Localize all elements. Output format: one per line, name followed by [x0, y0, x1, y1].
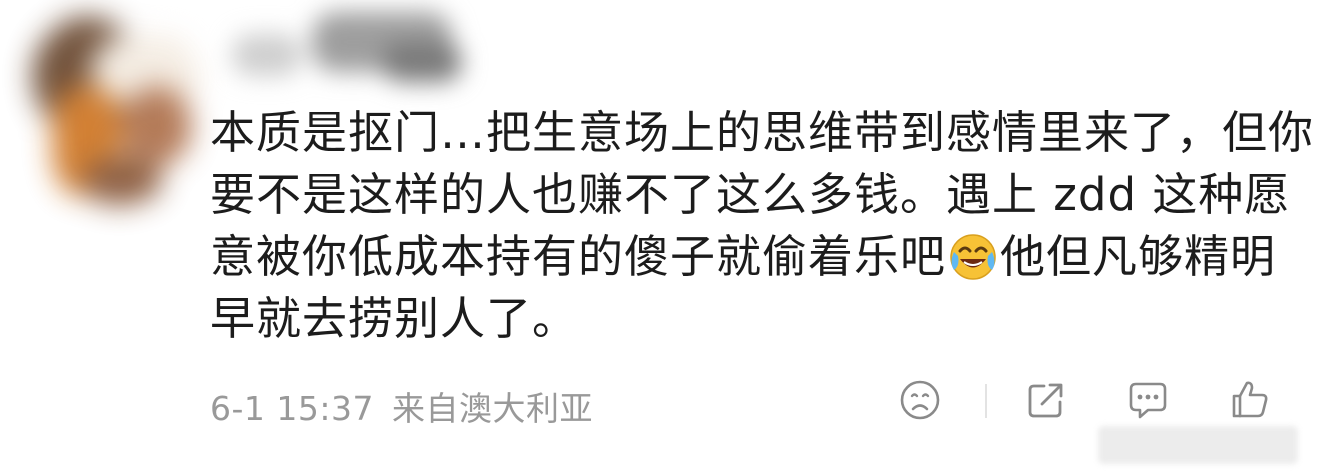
- comment-line-1: 本质是抠门…把生意场上的思维带到感情里来了，但你: [210, 106, 1315, 159]
- watermark-blurred: [1098, 426, 1298, 464]
- comment-text: 本质是抠门…把生意场上的思维带到感情里来了，但你 要不是这样的人也赚不了这么多钱…: [210, 102, 1315, 350]
- location: 来自澳大利亚: [392, 389, 593, 428]
- comment-line-3-part-b: 他但凡够精明: [1000, 230, 1277, 283]
- avatar[interactable]: [22, 6, 204, 206]
- comment-line-3: 意被你低成本持有的傻子就偷着乐吧 他但凡够精明: [210, 226, 1290, 288]
- comment-line-2: 要不是这样的人也赚不了这么多钱。遇上 zdd 这种愿: [210, 168, 1291, 221]
- share-icon[interactable]: [1024, 378, 1068, 422]
- laughing-crying-emoji-icon: [950, 234, 996, 280]
- comment-icon[interactable]: [1126, 378, 1170, 422]
- sad-face-icon[interactable]: [898, 378, 942, 422]
- username-blurred[interactable]: [232, 12, 472, 92]
- comment-line-3-part-a: 意被你低成本持有的傻子就偷着乐吧: [210, 230, 947, 283]
- thumbs-up-icon[interactable]: [1228, 378, 1272, 422]
- comment-meta: 6-1 15:37 来自澳大利亚: [210, 382, 611, 430]
- divider: [985, 384, 987, 418]
- comment-line-4: 早就去捞别人了。: [210, 292, 579, 345]
- timestamp: 6-1 15:37: [210, 389, 374, 428]
